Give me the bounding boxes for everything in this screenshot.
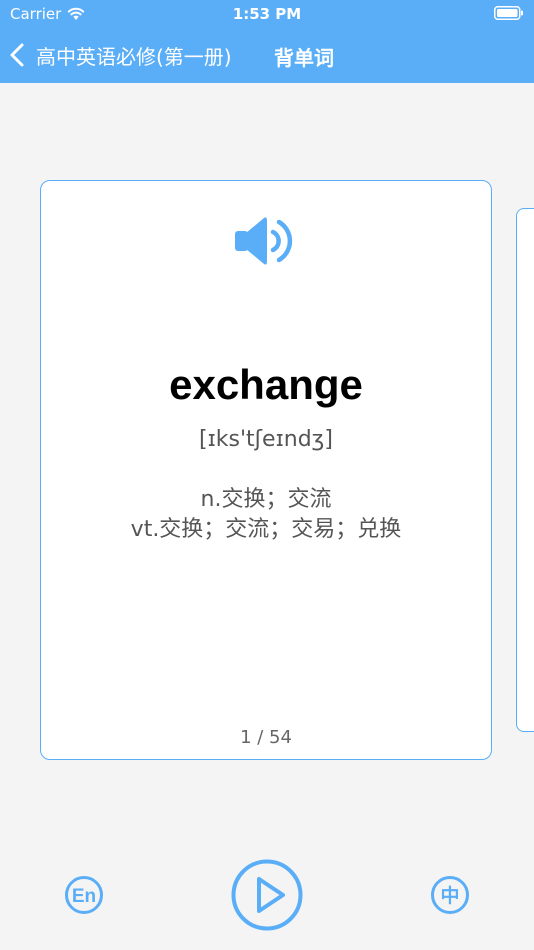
card-counter: 1 / 54 xyxy=(240,727,292,748)
english-toggle-button[interactable]: En xyxy=(64,875,104,915)
play-icon xyxy=(257,877,285,913)
chinese-toggle-button[interactable]: 中 xyxy=(430,875,470,915)
status-bar: Carrier 1:53 PM xyxy=(0,0,534,28)
definition-line: n.交换；交流 xyxy=(200,487,332,512)
chinese-toggle-label: 中 xyxy=(440,884,459,907)
speaker-icon[interactable] xyxy=(233,213,301,269)
word-text: exchange xyxy=(169,361,363,408)
english-toggle-label: En xyxy=(72,886,96,907)
nav-title: 高中英语必修(第一册) xyxy=(36,44,232,69)
phonetic-text: [ɪks'tʃeɪndʒ] xyxy=(199,427,333,452)
nav-subtitle: 背单词 xyxy=(274,46,334,70)
status-time: 1:53 PM xyxy=(232,5,302,23)
word-card[interactable]: exchange [ɪks'tʃeɪndʒ] n.交换；交流 vt.交换；交流；… xyxy=(40,180,492,760)
header: Carrier 1:53 PM 高中英语必修(第一册) 背单词 xyxy=(0,0,534,83)
definition-line: vt.交换；交流；交易；兑换 xyxy=(130,517,402,542)
battery-icon xyxy=(494,6,523,20)
nav-bar: 高中英语必修(第一册) 背单词 xyxy=(0,28,534,83)
chevron-left-icon xyxy=(10,43,24,67)
back-button[interactable]: 高中英语必修(第一册) xyxy=(8,36,232,74)
next-card-peek[interactable] xyxy=(516,208,534,732)
play-button[interactable] xyxy=(231,859,303,931)
